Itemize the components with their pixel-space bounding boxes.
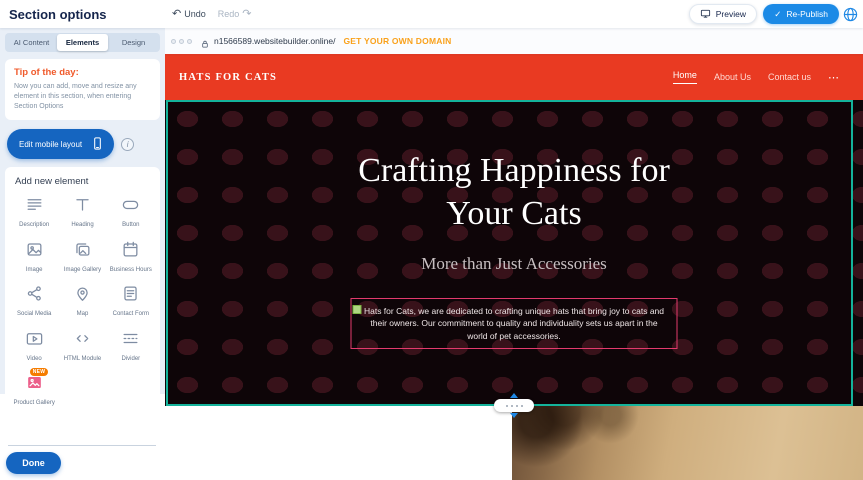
tip-body: Now you can add, move and resize any ele… xyxy=(14,82,151,112)
map-pin-icon xyxy=(73,284,92,308)
hero-title-line2: Your Cats xyxy=(165,193,863,236)
element-heading[interactable]: Heading xyxy=(59,195,105,230)
element-map[interactable]: Map xyxy=(59,284,105,319)
handle-dot xyxy=(506,405,508,407)
nav-overflow-icon[interactable]: ⋯ xyxy=(828,71,839,84)
business-hours-icon xyxy=(121,240,140,264)
undo-icon: ↶ xyxy=(172,9,181,20)
get-domain-link[interactable]: GET YOUR OWN DOMAIN xyxy=(343,36,451,46)
redo-icon: ↷ xyxy=(242,9,251,20)
tip-of-the-day-card: Tip of the day: Now you can add, move an… xyxy=(5,59,160,120)
handle-dot xyxy=(521,405,523,407)
sidebar-divider xyxy=(8,445,156,446)
edit-mobile-label: Edit mobile layout xyxy=(19,140,82,149)
site-logo[interactable]: HATS FOR CATS xyxy=(179,72,277,83)
preview-canvas: n1566589.websitebuilder.online/ GET YOUR… xyxy=(165,28,863,480)
page-title: Section options xyxy=(9,7,107,22)
image-icon xyxy=(25,240,44,264)
browser-dot xyxy=(171,39,176,44)
social-media-icon xyxy=(25,284,44,308)
lock-icon xyxy=(200,36,210,46)
browser-chrome-bar: n1566589.websitebuilder.online/ GET YOUR… xyxy=(165,28,863,54)
handle-dot xyxy=(516,405,518,407)
tab-design[interactable]: Design xyxy=(108,34,159,51)
resize-arrow-up-icon xyxy=(510,393,518,398)
site-nav: Home About Us Contact us ⋯ xyxy=(673,70,839,84)
phone-icon xyxy=(90,136,105,153)
nav-contact-us[interactable]: Contact us xyxy=(768,72,811,82)
app-window: Section options ↶ Undo Redo ↷ Preview ✓ … xyxy=(0,0,863,480)
element-divider[interactable]: Divider xyxy=(108,329,154,364)
element-description[interactable]: Description xyxy=(11,195,57,230)
add-element-title: Add new element xyxy=(15,176,154,187)
top-toolbar: Section options ↶ Undo Redo ↷ Preview ✓ … xyxy=(0,0,863,28)
site-url: n1566589.websitebuilder.online/ xyxy=(214,36,335,46)
browser-dot xyxy=(187,39,192,44)
edit-mobile-layout-button[interactable]: Edit mobile layout xyxy=(7,129,114,159)
redo-button[interactable]: Redo ↷ xyxy=(218,9,252,20)
history-controls: ↶ Undo Redo ↷ xyxy=(172,0,251,28)
element-video[interactable]: Video xyxy=(11,329,57,364)
description-icon xyxy=(25,195,44,219)
tab-ai-content[interactable]: AI Content xyxy=(6,34,57,51)
undo-label: Undo xyxy=(184,9,206,19)
element-contact-form[interactable]: Contact Form xyxy=(108,284,154,319)
edit-mobile-row: Edit mobile layout i xyxy=(7,129,160,159)
product-gallery-icon xyxy=(25,373,44,397)
button-icon xyxy=(121,195,140,219)
contact-form-icon xyxy=(121,284,140,308)
cat-photo-image xyxy=(512,406,863,480)
browser-dot xyxy=(179,39,184,44)
hero-paragraph-text: Hats for Cats, we are dedicated to craft… xyxy=(364,306,664,341)
handle-dot xyxy=(511,405,513,407)
add-element-panel: Add new element Description Heading Butt… xyxy=(5,167,160,418)
site-header: HATS FOR CATS Home About Us Contact us ⋯ xyxy=(165,54,863,100)
element-product-gallery[interactable]: NEW Product Gallery xyxy=(11,373,57,408)
html-module-icon xyxy=(73,329,92,353)
heading-icon xyxy=(73,195,92,219)
element-business-hours[interactable]: Business Hours xyxy=(108,240,154,275)
tip-heading: Tip of the day: xyxy=(14,67,151,78)
element-social-media[interactable]: Social Media xyxy=(11,284,57,319)
preview-label: Preview xyxy=(716,9,746,19)
info-icon[interactable]: i xyxy=(121,138,134,151)
check-icon: ✓ xyxy=(774,9,781,20)
hero-title-line1: Crafting Happiness for xyxy=(165,150,863,193)
element-image-gallery[interactable]: Image Gallery xyxy=(59,240,105,275)
nav-about-us[interactable]: About Us xyxy=(714,72,751,82)
republish-button[interactable]: ✓ Re-Publish xyxy=(763,4,839,24)
monitor-icon xyxy=(700,8,711,21)
video-icon xyxy=(25,329,44,353)
resize-arrow-down-icon xyxy=(510,413,518,418)
language-globe-icon[interactable] xyxy=(842,6,859,23)
redo-label: Redo xyxy=(218,9,240,19)
element-image[interactable]: Image xyxy=(11,240,57,275)
divider-icon xyxy=(121,329,140,353)
sidebar-tabs: AI Content Elements Design xyxy=(5,33,160,52)
hero-subtitle: More than Just Accessories xyxy=(165,254,863,274)
section-resize-handle[interactable] xyxy=(494,399,534,412)
undo-button[interactable]: ↶ Undo xyxy=(172,9,206,20)
hero-paragraph-box[interactable]: Hats for Cats, we are dedicated to craft… xyxy=(351,298,678,349)
element-drag-handle[interactable] xyxy=(353,305,362,314)
preview-button[interactable]: Preview xyxy=(689,4,757,24)
browser-dots xyxy=(171,39,192,44)
element-html-module[interactable]: HTML Module xyxy=(59,329,105,364)
element-grid: Description Heading Button Image xyxy=(11,195,154,408)
sidebar: AI Content Elements Design Tip of the da… xyxy=(0,28,165,480)
hero-title: Crafting Happiness for Your Cats xyxy=(165,100,863,235)
done-button[interactable]: Done xyxy=(6,452,61,474)
new-badge: NEW xyxy=(30,368,49,376)
republish-label: Re-Publish xyxy=(786,9,828,19)
tab-elements[interactable]: Elements xyxy=(57,34,108,51)
nav-home[interactable]: Home xyxy=(673,70,697,84)
site-preview: HATS FOR CATS Home About Us Contact us ⋯… xyxy=(165,54,863,480)
image-gallery-icon xyxy=(73,240,92,264)
element-button[interactable]: Button xyxy=(108,195,154,230)
hero-section[interactable]: Crafting Happiness for Your Cats More th… xyxy=(165,100,863,406)
